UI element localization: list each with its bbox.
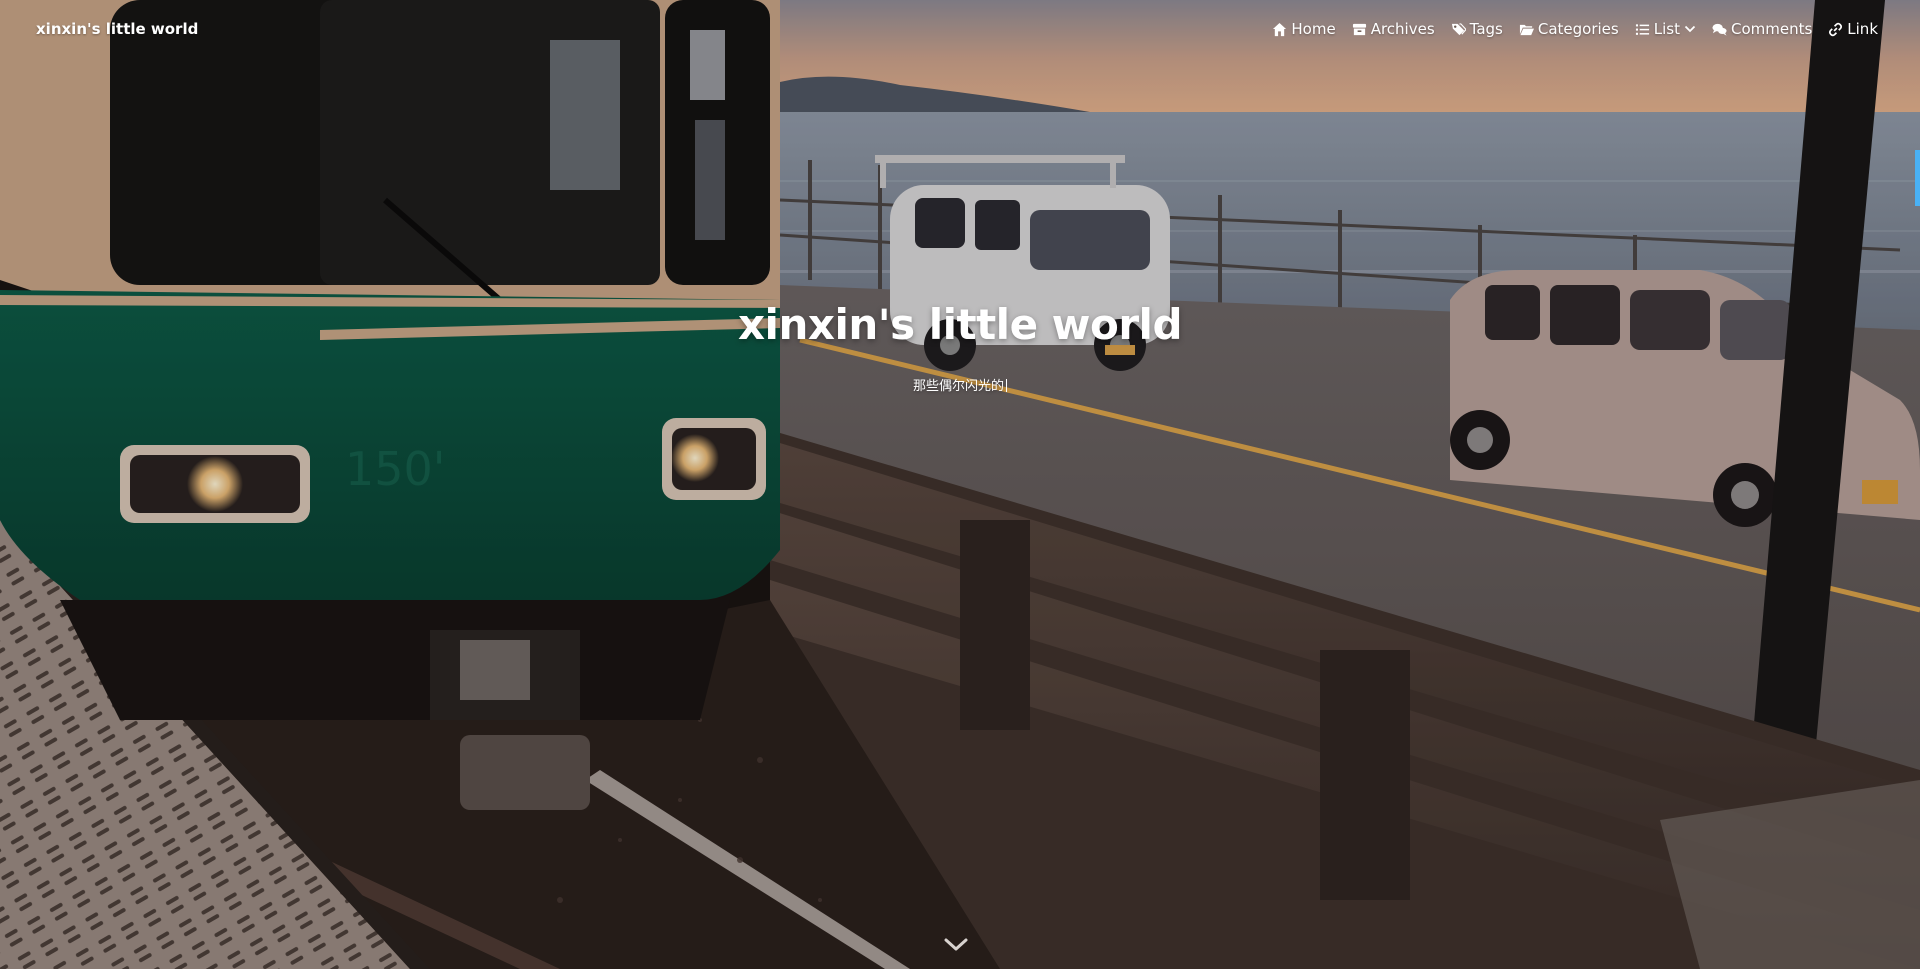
nav-item-link[interactable]: Link xyxy=(1828,20,1878,38)
nav-item-home[interactable]: Home xyxy=(1272,20,1336,38)
hero-background-image: 150' xyxy=(0,0,1920,969)
nav-item-link-label: Link xyxy=(1847,20,1878,38)
nav-item-tags[interactable]: Tags xyxy=(1451,20,1503,38)
top-navbar: xinxin's little world Home Archives Tags… xyxy=(0,0,1920,60)
nav-item-archives-label: Archives xyxy=(1370,20,1435,38)
page: 150' xinxin's little world Home Archives xyxy=(0,0,1920,969)
list-icon xyxy=(1635,23,1649,35)
nav-menu: Home Archives Tags Categories List Comme… xyxy=(1256,20,1878,38)
nav-item-categories-label: Categories xyxy=(1537,20,1619,38)
link-icon xyxy=(1829,22,1843,36)
nav-item-tags-label: Tags xyxy=(1469,20,1503,38)
nav-item-categories[interactable]: Categories xyxy=(1519,20,1619,38)
nav-item-comments[interactable]: Comments xyxy=(1712,20,1812,38)
hero-section: xinxin's little world 那些偶尔闪光的 xyxy=(0,300,1920,394)
chevron-down-icon xyxy=(944,938,968,951)
home-icon xyxy=(1273,22,1287,36)
site-brand-link[interactable]: xinxin's little world xyxy=(36,20,198,38)
chevron-down-icon xyxy=(1684,25,1696,33)
typing-cursor xyxy=(1006,379,1007,392)
archive-icon xyxy=(1352,23,1366,35)
site-subtitle-text: 那些偶尔闪光的 xyxy=(912,379,1004,394)
nav-item-list-label: List xyxy=(1653,20,1680,38)
nav-item-archives[interactable]: Archives xyxy=(1352,20,1435,38)
folder-open-icon xyxy=(1519,24,1534,35)
nav-item-list[interactable]: List xyxy=(1635,20,1696,38)
scroll-down-button[interactable] xyxy=(943,936,969,954)
site-subtitle: 那些偶尔闪光的 xyxy=(913,375,1007,394)
nav-item-home-label: Home xyxy=(1291,20,1336,38)
site-title: xinxin's little world xyxy=(737,300,1183,349)
nav-item-comments-label: Comments xyxy=(1730,20,1813,38)
scrollbar-thumb[interactable] xyxy=(1915,150,1920,206)
comments-icon xyxy=(1712,23,1727,36)
tags-icon xyxy=(1451,22,1466,35)
